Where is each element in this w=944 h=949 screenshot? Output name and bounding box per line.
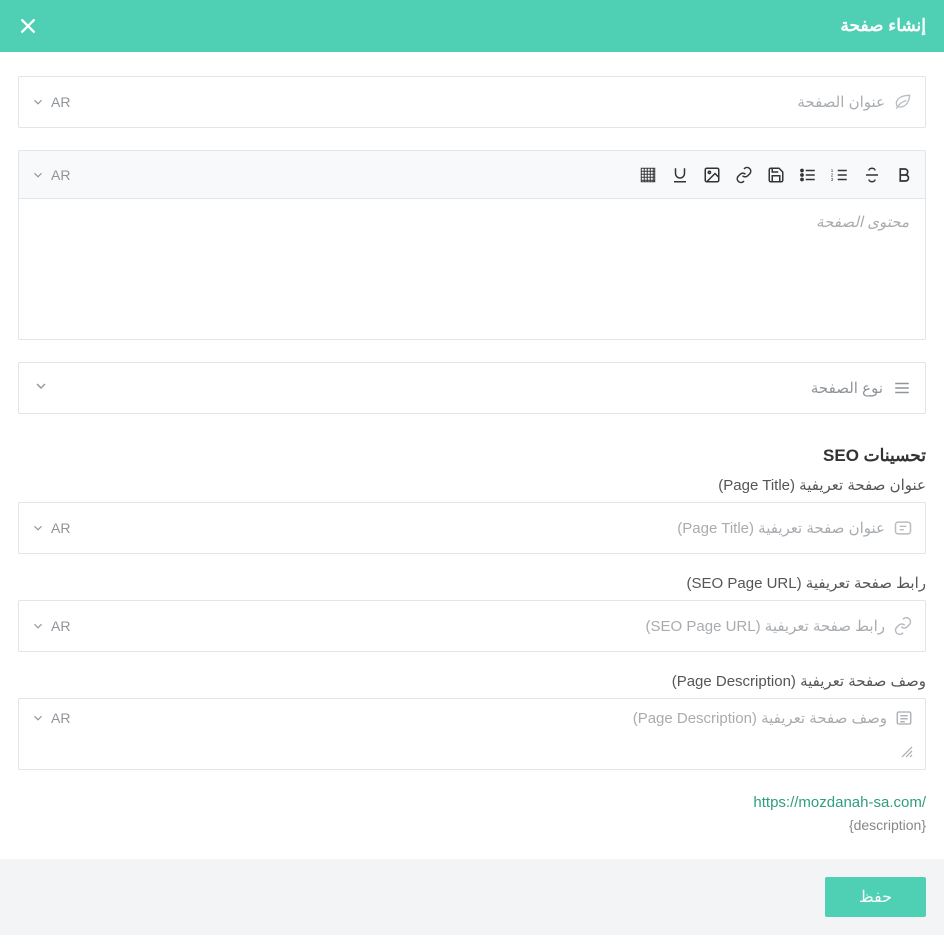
language-label: AR [51,710,70,726]
seo-section-title: تحسينات SEO [18,446,926,466]
bold-button[interactable] [895,166,913,184]
chevron-down-icon [31,521,45,535]
seo-page-desc-placeholder: وصف صفحة تعريفية (Page Description) [633,709,887,727]
link-button[interactable] [735,166,753,184]
page-title-field: AR [18,76,926,128]
language-selector[interactable]: AR [31,618,70,634]
ordered-list-button[interactable]: 123 [831,166,849,184]
underline-button[interactable] [671,166,689,184]
seo-page-desc-field[interactable]: وصف صفحة تعريفية (Page Description) AR [18,698,926,770]
editor-language-selector[interactable]: AR [31,167,70,183]
chevron-down-icon [31,711,45,725]
editor-toolbar: 123 AR [19,151,925,199]
image-button[interactable] [703,166,721,184]
page-type-select[interactable]: نوع الصفحة [18,362,926,414]
language-label: AR [51,520,70,536]
page-type-placeholder: نوع الصفحة [811,379,883,397]
close-button[interactable] [18,16,38,36]
url-preview: https://mozdanah-sa.com/ [18,794,926,811]
unordered-list-button[interactable] [799,166,817,184]
seo-page-url-input[interactable] [70,618,885,635]
language-label: AR [51,94,70,110]
link-icon [893,616,913,636]
chevron-down-icon [31,619,45,633]
close-icon [18,16,38,36]
seo-page-title-label: عنوان صفحة تعريفية (Page Title) [18,476,926,494]
modal-body: AR 123 AR محتوى الصفحة [0,52,944,859]
language-label: AR [51,618,70,634]
content-editor: 123 AR محتوى الصفحة [18,150,926,340]
chevron-down-icon [31,95,45,109]
modal-footer: حفظ [0,859,944,935]
title-tag-icon [893,518,913,538]
leaf-icon [893,92,913,112]
content-textarea[interactable]: محتوى الصفحة [19,199,925,339]
chevron-down-icon [33,378,49,399]
seo-page-url-label: رابط صفحة تعريفية (SEO Page URL) [18,574,926,592]
chevron-down-icon [31,168,45,182]
save-file-button[interactable] [767,166,785,184]
language-label: AR [51,167,70,183]
strikethrough-button[interactable] [863,166,881,184]
description-icon [895,709,913,727]
resize-handle[interactable] [31,745,913,763]
language-selector[interactable]: AR [31,710,70,726]
list-icon [893,379,911,397]
svg-text:3: 3 [831,177,834,182]
modal-header: إنشاء صفحة [0,0,944,52]
language-selector[interactable]: AR [31,520,70,536]
color-button[interactable] [639,166,657,184]
modal-title: إنشاء صفحة [840,16,926,36]
save-button[interactable]: حفظ [825,877,926,917]
seo-page-desc-label: وصف صفحة تعريفية (Page Description) [18,672,926,690]
language-selector[interactable]: AR [31,94,70,110]
seo-page-title-input[interactable] [70,520,885,537]
page-title-input[interactable] [70,94,885,111]
description-preview: {description} [18,817,926,833]
content-placeholder: محتوى الصفحة [35,213,909,231]
